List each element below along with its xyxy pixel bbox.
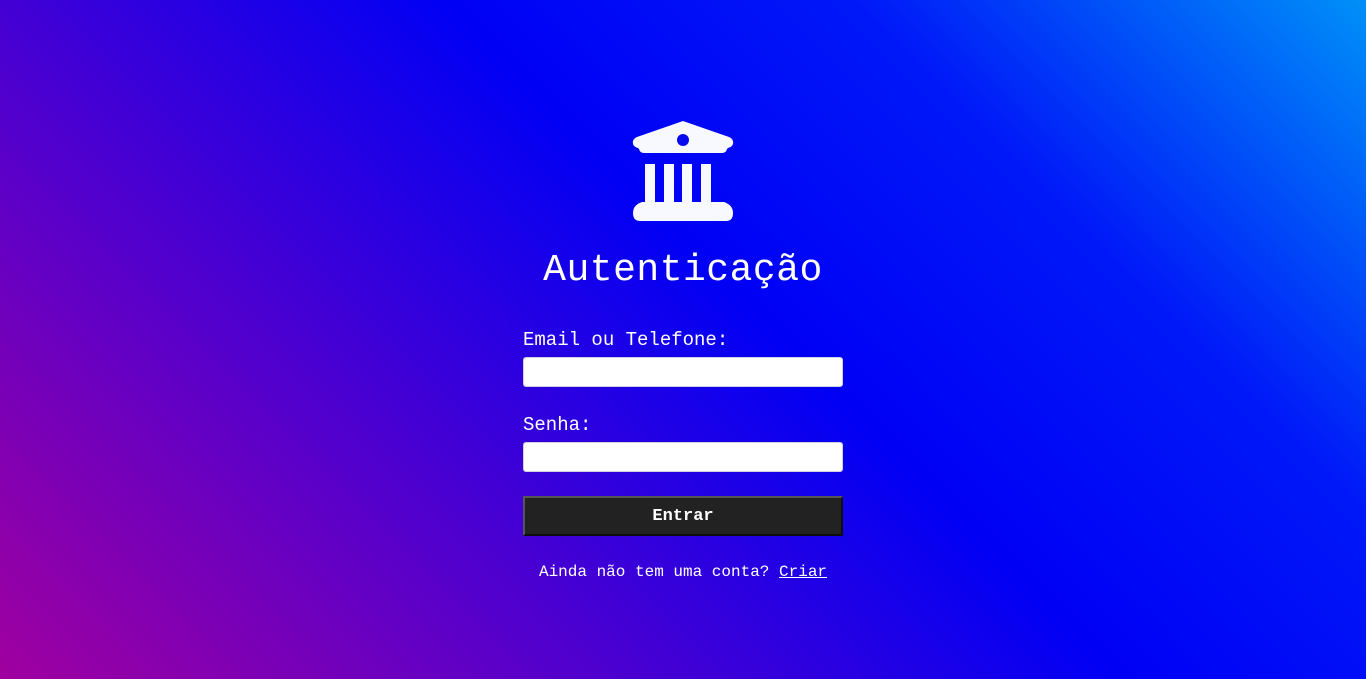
page-title: Autenticação	[543, 249, 823, 292]
signup-prompt: Ainda não tem uma conta?	[538, 563, 770, 581]
bank-icon	[632, 121, 734, 221]
signup-link[interactable]: Criar	[779, 563, 827, 581]
email-label: Email ou Telefone:	[523, 329, 729, 351]
signup-row: Ainda não tem uma conta? Criar	[523, 562, 843, 582]
submit-button[interactable]: Entrar	[523, 496, 843, 536]
password-field[interactable]	[523, 442, 843, 472]
email-field[interactable]	[523, 357, 843, 387]
password-label: Senha:	[523, 414, 592, 436]
login-panel: Autenticação Email ou Telefone: Senha: E…	[523, 120, 843, 582]
